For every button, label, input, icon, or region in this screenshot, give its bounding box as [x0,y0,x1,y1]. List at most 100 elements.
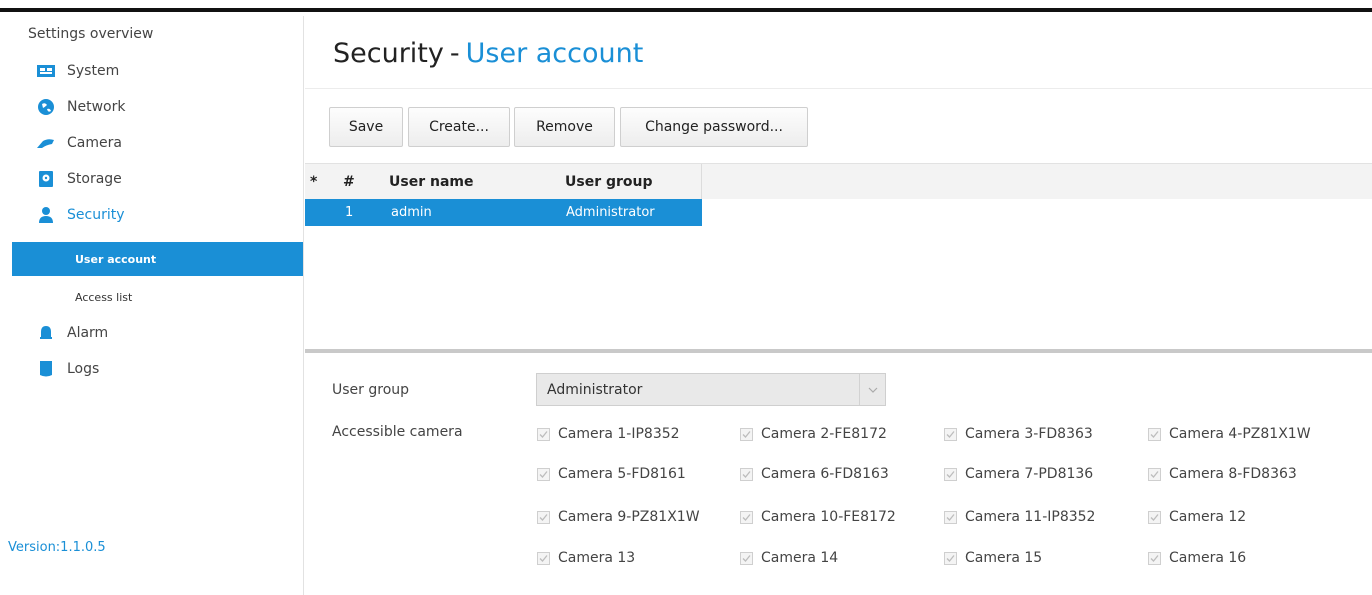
camera-checkbox-label: Camera 4-PZ81X1W [1169,426,1311,442]
camera-checkbox-label: Camera 16 [1169,550,1247,566]
camera-checkbox-item[interactable]: Camera 2-FE8172 [740,424,887,444]
chevron-down-icon[interactable] [859,374,885,405]
camera-checkbox-item[interactable]: Camera 13 [537,548,635,568]
storage-icon [36,170,56,188]
sidebar-item-camera[interactable]: Camera [36,130,122,156]
row-user-group: Administrator [566,205,655,220]
column-header-user-group[interactable]: User group [565,164,653,200]
table-row[interactable]: 1 admin Administrator [305,199,702,226]
column-header-marker[interactable]: * [310,164,317,200]
column-header-index[interactable]: # [343,164,355,200]
sidebar-item-label: Camera [67,135,122,151]
checkbox[interactable] [944,467,957,481]
camera-checkbox-label: Camera 8-FD8363 [1169,466,1297,482]
camera-checkbox-label: Camera 1-IP8352 [558,426,680,442]
checkbox[interactable] [537,467,550,481]
camera-checkbox-label: Camera 13 [558,550,636,566]
panel-splitter[interactable] [305,349,1372,353]
camera-checkbox-item[interactable]: Camera 7-PD8136 [944,464,1093,484]
camera-checkbox-label: Camera 14 [761,550,839,566]
sidebar-item-security[interactable]: Security [36,202,125,228]
sidebar-item-alarm[interactable]: Alarm [36,320,108,346]
row-index: 1 [345,205,354,220]
sidebar-subitem-label: User account [75,252,157,266]
window-top-border [0,0,1372,12]
camera-checkbox-label: Camera 10-FE8172 [761,509,896,525]
checkbox[interactable] [1148,427,1161,441]
camera-checkbox-item[interactable]: Camera 5-FD8161 [537,464,686,484]
page-title-subsection: User account [465,38,644,69]
change-password-button[interactable]: Change password... [620,107,808,147]
camera-checkbox-item[interactable]: Camera 10-FE8172 [740,507,896,527]
user-group-selected-value: Administrator [547,381,643,398]
user-icon [36,206,56,224]
camera-checkbox-item[interactable]: Camera 16 [1148,548,1246,568]
camera-checkbox-label: Camera 6-FD8163 [761,466,889,482]
system-icon [36,62,56,80]
sidebar-item-network[interactable]: Network [36,94,125,120]
checkbox[interactable] [537,551,550,565]
sidebar-item-system[interactable]: System [36,58,119,84]
logs-icon [36,360,56,378]
version-label: Version:1.1.0.5 [8,540,106,555]
sidebar-item-storage[interactable]: Storage [36,166,122,192]
remove-button[interactable]: Remove [514,107,615,147]
checkbox[interactable] [740,510,753,524]
sidebar-subitem-access-list[interactable]: Access list [12,280,303,314]
checkbox[interactable] [944,427,957,441]
camera-checkbox-label: Camera 2-FE8172 [761,426,887,442]
user-table-header: * # User name User group [305,163,1372,200]
user-group-select[interactable]: Administrator [536,373,886,406]
save-button[interactable]: Save [329,107,403,147]
sidebar-item-logs[interactable]: Logs [36,356,99,382]
sidebar-item-label: System [67,63,120,79]
camera-checkbox-item[interactable]: Camera 6-FD8163 [740,464,889,484]
checkbox[interactable] [1148,467,1161,481]
checkbox[interactable] [944,551,957,565]
camera-checkbox-label: Camera 3-FD8363 [965,426,1093,442]
camera-checkbox-item[interactable]: Camera 4-PZ81X1W [1148,424,1311,444]
sidebar-item-label: Alarm [67,325,109,341]
camera-checkbox-item[interactable]: Camera 9-PZ81X1W [537,507,700,527]
checkbox[interactable] [1148,510,1161,524]
alarm-icon [36,324,56,342]
accessible-camera-label: Accessible camera [332,424,463,440]
sidebar-item-label: Network [67,99,126,115]
checkbox[interactable] [944,510,957,524]
checkbox[interactable] [537,510,550,524]
column-header-user-name[interactable]: User name [389,164,473,200]
column-divider [701,164,702,200]
camera-checkbox-label: Camera 12 [1169,509,1247,525]
page-title: Security - User account [333,38,643,69]
sidebar-subitem-user-account[interactable]: User account [12,242,303,276]
row-user-name: admin [391,205,432,220]
title-divider [305,88,1372,89]
camera-checkbox-item[interactable]: Camera 3-FD8363 [944,424,1093,444]
camera-checkbox-label: Camera 7-PD8136 [965,466,1094,482]
checkbox[interactable] [740,551,753,565]
camera-icon [36,134,56,152]
create-button[interactable]: Create... [408,107,510,147]
camera-checkbox-item[interactable]: Camera 12 [1148,507,1246,527]
camera-checkbox-item[interactable]: Camera 14 [740,548,838,568]
globe-icon [36,98,56,116]
sidebar: Settings overview System Network Camera … [0,16,304,595]
user-group-label: User group [332,382,410,398]
camera-checkbox-label: Camera 5-FD8161 [558,466,686,482]
camera-checkbox-label: Camera 9-PZ81X1W [558,509,700,525]
sidebar-item-label: Logs [67,361,100,377]
camera-checkbox-item[interactable]: Camera 1-IP8352 [537,424,680,444]
checkbox[interactable] [740,427,753,441]
camera-checkbox-item[interactable]: Camera 15 [944,548,1042,568]
camera-checkbox-label: Camera 11-IP8352 [965,509,1096,525]
settings-overview-title: Settings overview [28,26,154,42]
page-title-section: Security [333,38,444,69]
checkbox[interactable] [1148,551,1161,565]
camera-checkbox-item[interactable]: Camera 11-IP8352 [944,507,1095,527]
checkbox[interactable] [740,467,753,481]
checkbox[interactable] [537,427,550,441]
camera-checkbox-label: Camera 15 [965,550,1043,566]
sidebar-item-label: Storage [67,171,122,187]
camera-checkbox-item[interactable]: Camera 8-FD8363 [1148,464,1297,484]
page-title-separator: - [449,38,460,69]
